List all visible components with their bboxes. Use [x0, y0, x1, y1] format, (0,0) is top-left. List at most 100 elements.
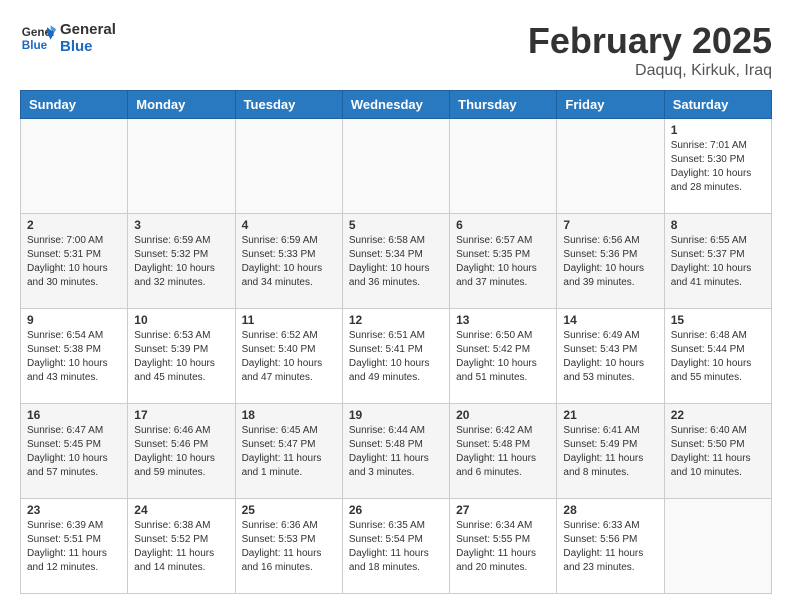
day-info: Sunrise: 6:53 AM Sunset: 5:39 PM Dayligh… [134, 329, 228, 385]
day-info: Sunrise: 6:45 AM Sunset: 5:47 PM Dayligh… [242, 424, 336, 480]
calendar-cell: 1 Sunrise: 7:01 AM Sunset: 5:30 PM Daylig… [664, 119, 771, 214]
day-number: 26 [349, 503, 443, 517]
calendar-cell [235, 119, 342, 214]
day-number: 9 [27, 313, 121, 327]
day-number: 14 [563, 313, 657, 327]
col-header-thursday: Thursday [450, 91, 557, 119]
day-info: Sunrise: 6:54 AM Sunset: 5:38 PM Dayligh… [27, 329, 121, 385]
logo: General Blue General Blue [20, 20, 116, 56]
day-info: Sunrise: 6:59 AM Sunset: 5:33 PM Dayligh… [242, 234, 336, 290]
day-info: Sunrise: 6:34 AM Sunset: 5:55 PM Dayligh… [456, 519, 550, 575]
calendar-cell: 26 Sunrise: 6:35 AM Sunset: 5:54 PM Dayli… [342, 499, 449, 594]
calendar-cell: 5Sunrise: 6:58 AM Sunset: 5:34 PM Daylig… [342, 214, 449, 309]
day-number: 2 [27, 218, 121, 232]
calendar-cell: 13Sunrise: 6:50 AM Sunset: 5:42 PM Dayli… [450, 309, 557, 404]
col-header-tuesday: Tuesday [235, 91, 342, 119]
calendar-week-row: 2 Sunrise: 7:00 AM Sunset: 5:31 PM Daylig… [21, 214, 772, 309]
day-number: 5 [349, 218, 443, 232]
day-number: 25 [242, 503, 336, 517]
logo-blue: Blue [60, 38, 116, 55]
day-number: 20 [456, 408, 550, 422]
day-number: 27 [456, 503, 550, 517]
calendar-cell: 24 Sunrise: 6:38 AM Sunset: 5:52 PM Dayli… [128, 499, 235, 594]
day-info: Sunrise: 6:55 AM Sunset: 5:37 PM Dayligh… [671, 234, 765, 290]
day-info: Sunrise: 6:49 AM Sunset: 5:43 PM Dayligh… [563, 329, 657, 385]
day-info: Sunrise: 6:46 AM Sunset: 5:46 PM Dayligh… [134, 424, 228, 480]
calendar-cell: 3 Sunrise: 6:59 AM Sunset: 5:32 PM Daylig… [128, 214, 235, 309]
calendar-cell: 7 Sunrise: 6:56 AM Sunset: 5:36 PM Daylig… [557, 214, 664, 309]
page-header: General Blue General Blue February 2025 … [20, 20, 772, 80]
day-info: Sunrise: 6:40 AM Sunset: 5:50 PM Dayligh… [671, 424, 765, 480]
day-info: Sunrise: 7:01 AM Sunset: 5:30 PM Dayligh… [671, 139, 765, 195]
col-header-monday: Monday [128, 91, 235, 119]
day-number: 12 [349, 313, 443, 327]
day-number: 18 [242, 408, 336, 422]
location: Daquq, Kirkuk, Iraq [528, 62, 772, 80]
day-info: Sunrise: 7:00 AM Sunset: 5:31 PM Dayligh… [27, 234, 121, 290]
day-number: 4 [242, 218, 336, 232]
calendar-cell: 12Sunrise: 6:51 AM Sunset: 5:41 PM Dayli… [342, 309, 449, 404]
day-info: Sunrise: 6:38 AM Sunset: 5:52 PM Dayligh… [134, 519, 228, 575]
calendar-cell [128, 119, 235, 214]
calendar-week-row: 1 Sunrise: 7:01 AM Sunset: 5:30 PM Daylig… [21, 119, 772, 214]
day-number: 3 [134, 218, 228, 232]
day-number: 15 [671, 313, 765, 327]
day-number: 16 [27, 408, 121, 422]
calendar-cell: 18 Sunrise: 6:45 AM Sunset: 5:47 PM Dayli… [235, 404, 342, 499]
calendar-cell: 19 Sunrise: 6:44 AM Sunset: 5:48 PM Dayli… [342, 404, 449, 499]
month-title: February 2025 [528, 20, 772, 62]
day-info: Sunrise: 6:41 AM Sunset: 5:49 PM Dayligh… [563, 424, 657, 480]
day-info: Sunrise: 6:42 AM Sunset: 5:48 PM Dayligh… [456, 424, 550, 480]
calendar-cell: 25Sunrise: 6:36 AM Sunset: 5:53 PM Dayli… [235, 499, 342, 594]
calendar-cell: 20 Sunrise: 6:42 AM Sunset: 5:48 PM Dayli… [450, 404, 557, 499]
calendar-cell: 27 Sunrise: 6:34 AM Sunset: 5:55 PM Dayli… [450, 499, 557, 594]
calendar-cell [664, 499, 771, 594]
calendar-cell: 8 Sunrise: 6:55 AM Sunset: 5:37 PM Daylig… [664, 214, 771, 309]
calendar-cell: 11 Sunrise: 6:52 AM Sunset: 5:40 PM Dayli… [235, 309, 342, 404]
day-number: 22 [671, 408, 765, 422]
calendar-cell [450, 119, 557, 214]
title-block: February 2025 Daquq, Kirkuk, Iraq [528, 20, 772, 80]
day-number: 17 [134, 408, 228, 422]
day-number: 23 [27, 503, 121, 517]
day-number: 11 [242, 313, 336, 327]
calendar-cell: 6 Sunrise: 6:57 AM Sunset: 5:35 PM Daylig… [450, 214, 557, 309]
calendar-cell: 17 Sunrise: 6:46 AM Sunset: 5:46 PM Dayli… [128, 404, 235, 499]
day-number: 28 [563, 503, 657, 517]
day-number: 21 [563, 408, 657, 422]
calendar-cell: 2 Sunrise: 7:00 AM Sunset: 5:31 PM Daylig… [21, 214, 128, 309]
calendar-cell: 14 Sunrise: 6:49 AM Sunset: 5:43 PM Dayli… [557, 309, 664, 404]
day-number: 7 [563, 218, 657, 232]
calendar-cell: 10 Sunrise: 6:53 AM Sunset: 5:39 PM Dayli… [128, 309, 235, 404]
calendar-week-row: 23 Sunrise: 6:39 AM Sunset: 5:51 PM Dayli… [21, 499, 772, 594]
calendar-cell: 16 Sunrise: 6:47 AM Sunset: 5:45 PM Dayli… [21, 404, 128, 499]
day-info: Sunrise: 6:52 AM Sunset: 5:40 PM Dayligh… [242, 329, 336, 385]
calendar-cell: 9 Sunrise: 6:54 AM Sunset: 5:38 PM Daylig… [21, 309, 128, 404]
day-info: Sunrise: 6:35 AM Sunset: 5:54 PM Dayligh… [349, 519, 443, 575]
calendar-week-row: 9 Sunrise: 6:54 AM Sunset: 5:38 PM Daylig… [21, 309, 772, 404]
day-number: 10 [134, 313, 228, 327]
col-header-saturday: Saturday [664, 91, 771, 119]
calendar-cell: 22 Sunrise: 6:40 AM Sunset: 5:50 PM Dayli… [664, 404, 771, 499]
day-number: 6 [456, 218, 550, 232]
svg-text:Blue: Blue [22, 39, 48, 52]
day-info: Sunrise: 6:39 AM Sunset: 5:51 PM Dayligh… [27, 519, 121, 575]
calendar-cell: 15Sunrise: 6:48 AM Sunset: 5:44 PM Dayli… [664, 309, 771, 404]
day-number: 24 [134, 503, 228, 517]
col-header-sunday: Sunday [21, 91, 128, 119]
day-number: 8 [671, 218, 765, 232]
col-header-friday: Friday [557, 91, 664, 119]
calendar-header-row: SundayMondayTuesdayWednesdayThursdayFrid… [21, 91, 772, 119]
day-info: Sunrise: 6:44 AM Sunset: 5:48 PM Dayligh… [349, 424, 443, 480]
day-info: Sunrise: 6:57 AM Sunset: 5:35 PM Dayligh… [456, 234, 550, 290]
day-number: 19 [349, 408, 443, 422]
day-info: Sunrise: 6:33 AM Sunset: 5:56 PM Dayligh… [563, 519, 657, 575]
day-info: Sunrise: 6:56 AM Sunset: 5:36 PM Dayligh… [563, 234, 657, 290]
calendar-cell: 4 Sunrise: 6:59 AM Sunset: 5:33 PM Daylig… [235, 214, 342, 309]
day-info: Sunrise: 6:47 AM Sunset: 5:45 PM Dayligh… [27, 424, 121, 480]
calendar-cell [557, 119, 664, 214]
calendar-cell: 28 Sunrise: 6:33 AM Sunset: 5:56 PM Dayli… [557, 499, 664, 594]
day-info: Sunrise: 6:59 AM Sunset: 5:32 PM Dayligh… [134, 234, 228, 290]
day-number: 1 [671, 123, 765, 137]
logo-icon: General Blue [20, 20, 56, 56]
